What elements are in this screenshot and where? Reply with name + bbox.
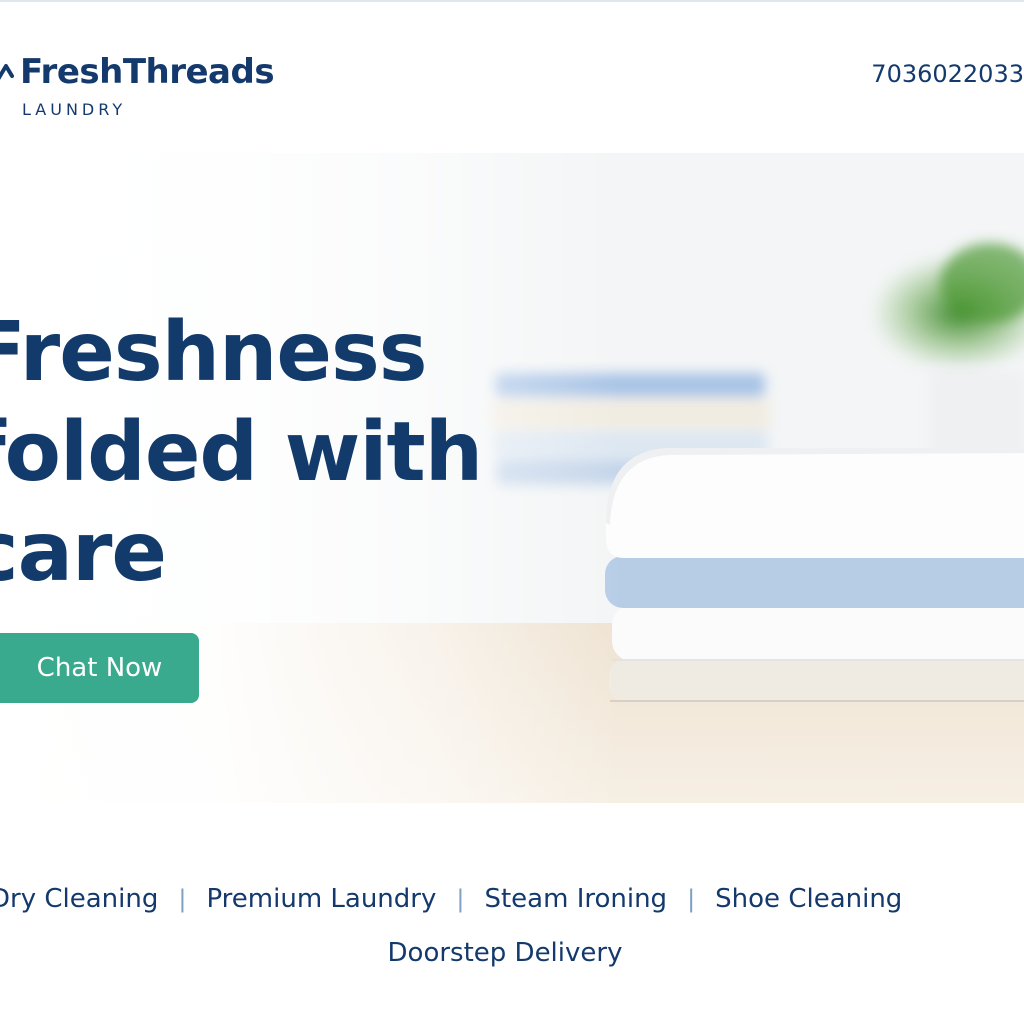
service-steam-ironing[interactable]: Steam Ironing <box>484 884 667 914</box>
service-separator: | <box>456 885 465 913</box>
brand-logo[interactable]: FreshThreads LAUNDRY <box>0 52 275 119</box>
landing-page: FreshThreads LAUNDRY 7036022033 Freshnes… <box>0 0 1024 1024</box>
phone-number-link[interactable]: 7036022033 <box>871 60 1024 88</box>
hanger-icon <box>0 64 14 80</box>
headline-line-3: care <box>0 505 167 600</box>
service-separator: | <box>687 885 696 913</box>
hero-section: Freshness folded with care Chat Now <box>0 153 1024 803</box>
service-doorstep-delivery[interactable]: Doorstep Delivery <box>388 938 623 968</box>
service-separator: | <box>178 885 187 913</box>
hero-headline: Freshness folded with care <box>0 303 483 603</box>
brand-name: FreshThreads <box>20 52 275 92</box>
service-premium-laundry[interactable]: Premium Laundry <box>206 884 436 914</box>
service-dry-cleaning[interactable]: Dry Cleaning <box>0 884 158 914</box>
brand-subtitle: LAUNDRY <box>22 100 127 119</box>
services-list-row-2: Doorstep Delivery <box>0 938 1010 968</box>
headline-line-1: Freshness <box>0 305 428 400</box>
services-list: Dry Cleaning | Premium Laundry | Steam I… <box>0 884 902 914</box>
top-divider <box>0 0 1024 2</box>
headline-line-2: folded with <box>0 405 483 500</box>
brand-text: FreshThreads LAUNDRY <box>20 52 275 119</box>
service-shoe-cleaning[interactable]: Shoe Cleaning <box>715 884 902 914</box>
chat-now-button[interactable]: Chat Now <box>0 633 199 703</box>
